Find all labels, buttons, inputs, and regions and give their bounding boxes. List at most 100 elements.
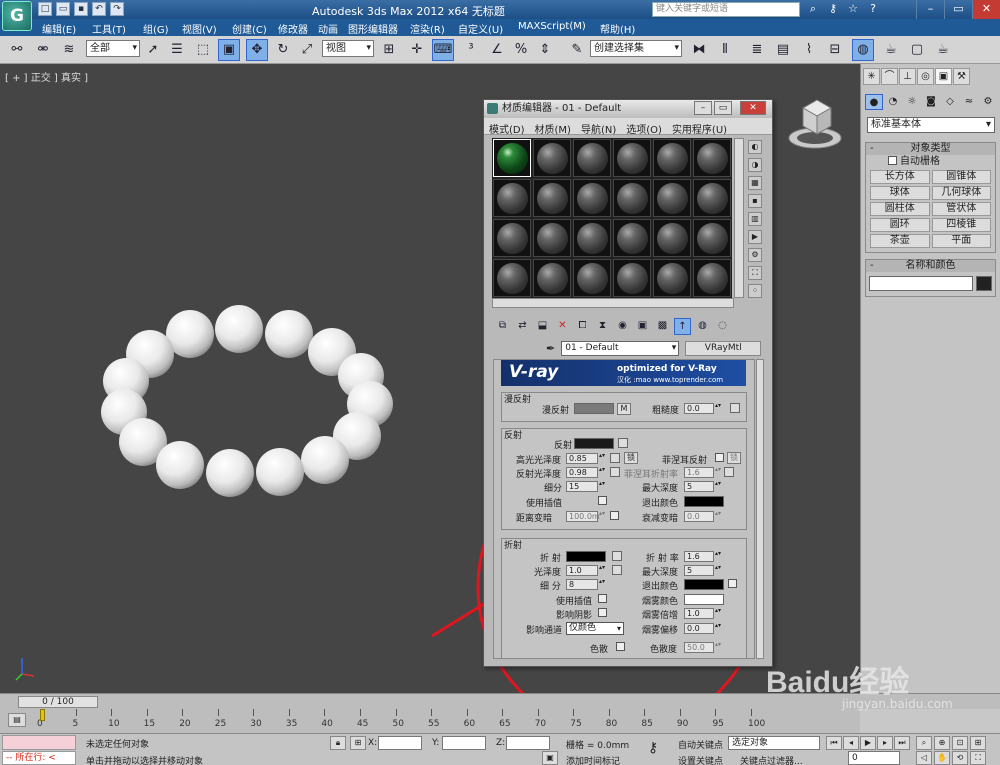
refl-gloss-spinner[interactable]: 0.98 <box>566 466 606 478</box>
material-sample-slot[interactable] <box>493 259 531 297</box>
refr-gloss-spinner[interactable]: 1.0 <box>566 564 606 576</box>
helpers-icon[interactable]: ◇ <box>941 94 959 110</box>
menu-rendering[interactable]: 渲染(R) <box>410 21 445 36</box>
autogrid-checkbox[interactable]: 自动栅格 <box>866 155 995 168</box>
curve-editor-icon[interactable]: ⌇ <box>798 39 820 61</box>
pearl-bead[interactable] <box>215 305 263 353</box>
keyboard-shortcut-override-icon[interactable]: ⌨ <box>432 39 454 61</box>
sample-uv-tiling-icon[interactable]: ▪ <box>748 194 762 208</box>
named-selection-dropdown[interactable]: 创建选择集 <box>590 40 682 57</box>
render-setup-icon[interactable]: ☕ <box>880 39 902 61</box>
me-close-button[interactable]: ✕ <box>740 101 766 115</box>
hilight-gloss-map-button[interactable] <box>610 453 620 463</box>
zoom-extents-all-icon[interactable]: ⊞ <box>970 736 986 750</box>
menu-views[interactable]: 视图(V) <box>182 21 217 36</box>
abbe-spinner[interactable]: 50.0 <box>684 641 722 653</box>
next-frame-icon[interactable]: ▸ <box>877 736 893 750</box>
material-sample-slot[interactable] <box>533 179 571 217</box>
refr-exit-color-checkbox[interactable] <box>728 579 737 588</box>
spinner-snap-icon[interactable]: ⇕ <box>534 39 556 61</box>
diffuse-map-button[interactable]: M <box>617 403 631 415</box>
refr-subdivs-spinner[interactable]: 8 <box>566 578 606 590</box>
material-editor-icon[interactable]: ◍ <box>852 39 874 61</box>
search-input[interactable]: 键入关键字或短语 <box>652 2 800 17</box>
x-coordinate-field[interactable] <box>378 736 422 750</box>
pearl-bead[interactable] <box>156 441 204 489</box>
trackbar-key-icon[interactable]: ▤ <box>8 713 26 727</box>
dim-distance-spinner[interactable]: 100.0m <box>566 510 606 522</box>
material-sample-slot[interactable] <box>533 259 571 297</box>
box-button[interactable]: 长方体 <box>870 170 930 184</box>
menu-animation[interactable]: 动画 <box>318 21 338 36</box>
material-map-navigator-icon[interactable]: ⁘ <box>748 284 762 298</box>
slots-vertical-scrollbar[interactable] <box>734 138 744 298</box>
material-sample-slot[interactable] <box>573 139 611 177</box>
material-sample-slot[interactable] <box>613 219 651 257</box>
geosphere-button[interactable]: 几何球体 <box>931 186 991 200</box>
align-icon[interactable]: ⫴ <box>714 39 736 61</box>
viewcube-icon[interactable] <box>785 94 845 154</box>
dim-falloff-spinner[interactable]: 0.0 <box>684 510 722 522</box>
selected-object-dropdown[interactable]: 选定对象 <box>728 736 820 750</box>
cylinder-button[interactable]: 圆柱体 <box>870 202 930 216</box>
menu-group[interactable]: 组(G) <box>143 21 169 36</box>
affect-channels-dropdown[interactable]: 仅颜色 <box>566 622 624 635</box>
minimize-button[interactable]: – <box>916 0 944 19</box>
layer-manager-icon[interactable]: ≣ <box>746 39 768 61</box>
background-icon[interactable]: ▦ <box>748 176 762 190</box>
maxscript-listener-field[interactable] <box>2 735 76 750</box>
refr-gloss-map-button[interactable] <box>612 565 622 575</box>
name-color-header[interactable]: - 名称和颜色 <box>866 260 995 272</box>
mirror-icon[interactable]: ⧓ <box>688 39 710 61</box>
assign-material-icon[interactable]: ⬓ <box>534 318 551 335</box>
dim-distance-checkbox[interactable] <box>610 511 619 520</box>
select-rotate-icon[interactable]: ↻ <box>272 39 294 61</box>
select-object-icon[interactable]: ➚ <box>142 39 164 61</box>
fresnel-ior-spinner[interactable]: 1.6 <box>684 466 722 478</box>
systems-icon[interactable]: ⚙ <box>979 94 997 110</box>
star-icon[interactable]: ☆ <box>846 2 860 16</box>
roughness-map-button[interactable] <box>730 403 740 413</box>
refr-use-interp-checkbox[interactable] <box>598 594 607 603</box>
graphite-tools-icon[interactable]: ▤ <box>772 39 794 61</box>
me-menu-options[interactable]: 选项(O) <box>621 118 667 136</box>
refl-gloss-map-button[interactable] <box>610 467 620 477</box>
refr-max-depth-spinner[interactable]: 5 <box>684 564 722 576</box>
hierarchy-panel-icon[interactable]: ⊥ <box>899 68 916 85</box>
refract-map-button[interactable] <box>612 551 622 561</box>
reference-coordinate-dropdown[interactable]: 视图 <box>322 40 374 57</box>
zoom-icon[interactable]: ⌕ <box>916 736 932 750</box>
space-warps-icon[interactable]: ≈ <box>960 94 978 110</box>
select-by-name-icon[interactable]: ☰ <box>166 39 188 61</box>
angle-snap-icon[interactable]: ∠ <box>486 39 508 61</box>
eyedropper-icon[interactable]: ✒ <box>546 342 555 355</box>
material-sample-slot[interactable] <box>653 139 691 177</box>
create-panel-icon[interactable]: ✳ <box>863 68 880 85</box>
menu-modifiers[interactable]: 修改器 <box>278 21 308 36</box>
binoculars-icon[interactable]: ⌕ <box>806 2 820 16</box>
hilight-lock-button[interactable]: 锁 <box>624 452 638 464</box>
material-name-field[interactable]: 01 - Default <box>561 340 680 356</box>
make-unique-icon[interactable]: ⧠ <box>574 318 591 335</box>
go-forward-sibling-icon[interactable]: ◍ <box>694 318 711 335</box>
schematic-view-icon[interactable]: ⊟ <box>824 39 846 61</box>
menu-create[interactable]: 创建(C) <box>232 21 267 36</box>
fog-color-swatch[interactable] <box>684 594 724 605</box>
refract-color-swatch[interactable] <box>566 551 606 562</box>
select-by-material-icon[interactable]: ⛶ <box>748 266 762 280</box>
current-frame-field[interactable]: 0 <box>848 751 900 765</box>
close-button[interactable]: ✕ <box>972 0 1000 19</box>
material-sample-slot[interactable] <box>613 139 651 177</box>
fresnel-checkbox[interactable] <box>715 453 724 462</box>
new-file-icon[interactable]: □ <box>38 2 52 16</box>
edit-named-selection-icon[interactable]: ✎ <box>566 39 588 61</box>
fog-multiplier-spinner[interactable]: 1.0 <box>684 607 722 619</box>
bind-space-warp-icon[interactable]: ≋ <box>58 39 80 61</box>
fresnel-lock-button[interactable]: 锁 <box>727 452 741 464</box>
cone-button[interactable]: 圆锥体 <box>931 170 991 184</box>
orbit-icon[interactable]: ⟲ <box>952 751 968 765</box>
selection-region-icon[interactable]: ⬚ <box>192 39 214 61</box>
affect-shadows-checkbox[interactable] <box>598 608 607 617</box>
time-tag-icon[interactable]: ▣ <box>542 751 558 765</box>
pearl-bead[interactable] <box>265 310 313 358</box>
